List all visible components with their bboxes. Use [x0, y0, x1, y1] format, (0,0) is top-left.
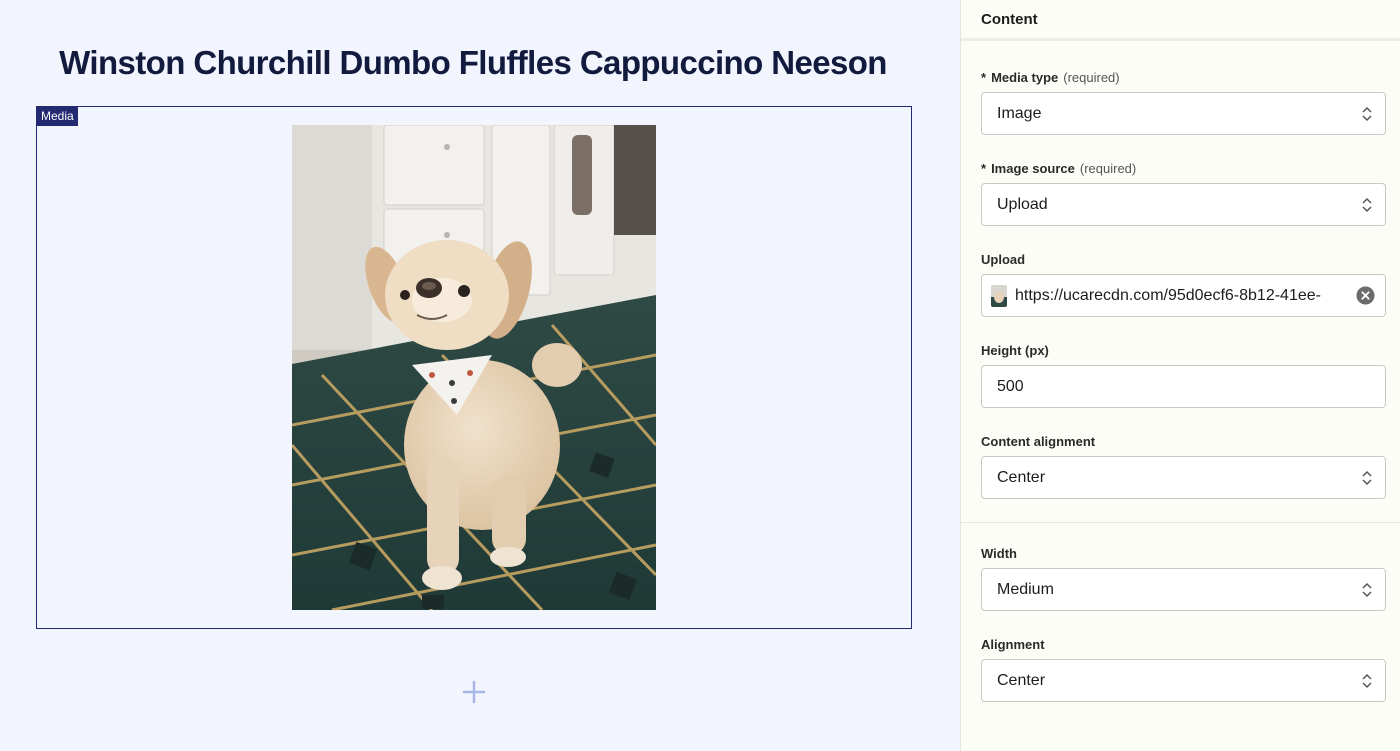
- image-source-label-text: Image source: [991, 161, 1075, 176]
- plus-icon: [462, 680, 486, 704]
- alignment-value: Center: [997, 672, 1046, 689]
- upload-field[interactable]: https://ucarecdn.com/95d0ecf6-8b12-41ee-: [981, 274, 1386, 317]
- width-label: Width: [981, 546, 1017, 561]
- media-block[interactable]: Media: [36, 106, 912, 629]
- required-marker: *: [981, 70, 987, 85]
- height-value: 500: [997, 378, 1024, 395]
- panel-header: Content: [961, 0, 1400, 41]
- height-input[interactable]: 500: [981, 365, 1386, 408]
- width-value: Medium: [997, 581, 1054, 598]
- page-title[interactable]: Winston Churchill Dumbo Fluffles Cappucc…: [0, 44, 946, 82]
- alignment-label: Alignment: [981, 637, 1045, 652]
- section-divider: [961, 522, 1400, 523]
- height-label: Height (px): [981, 343, 1049, 358]
- upload-thumbnail: [991, 285, 1007, 307]
- chevron-up-down-icon: [1362, 582, 1372, 598]
- chevron-up-down-icon: [1362, 470, 1372, 486]
- width-select[interactable]: Medium: [981, 568, 1386, 611]
- chevron-up-down-icon: [1362, 106, 1372, 122]
- required-hint: (required): [1063, 70, 1120, 85]
- media-type-label-text: Media type: [991, 70, 1059, 85]
- content-alignment-value: Center: [997, 469, 1046, 486]
- editor-canvas: Winston Churchill Dumbo Fluffles Cappucc…: [0, 0, 960, 751]
- media-type-label: * Media type (required): [981, 70, 1120, 85]
- image-source-value: Upload: [997, 196, 1048, 213]
- properties-panel: Content * Media type (required) Image * Ima…: [960, 0, 1400, 751]
- media-block-tag: Media: [37, 107, 78, 126]
- image-source-label: * Image source (required): [981, 161, 1136, 176]
- chevron-up-down-icon: [1362, 673, 1372, 689]
- alignment-select[interactable]: Center: [981, 659, 1386, 702]
- dog-photo-illustration: [292, 125, 656, 610]
- clear-circle-icon[interactable]: [1356, 286, 1375, 305]
- media-type-select[interactable]: Image: [981, 92, 1386, 135]
- chevron-up-down-icon: [1362, 197, 1372, 213]
- required-marker: *: [981, 161, 987, 176]
- required-hint: (required): [1079, 161, 1137, 176]
- upload-label: Upload: [981, 252, 1026, 267]
- content-alignment-label: Content alignment: [981, 434, 1096, 449]
- media-type-value: Image: [997, 105, 1042, 122]
- media-image[interactable]: [292, 125, 656, 610]
- add-block-button[interactable]: [460, 678, 488, 706]
- content-alignment-select[interactable]: Center: [981, 456, 1386, 499]
- image-source-select[interactable]: Upload: [981, 183, 1386, 226]
- upload-url-value: https://ucarecdn.com/95d0ecf6-8b12-41ee-: [1015, 287, 1321, 304]
- image-thumbnail-icon: [991, 285, 1007, 307]
